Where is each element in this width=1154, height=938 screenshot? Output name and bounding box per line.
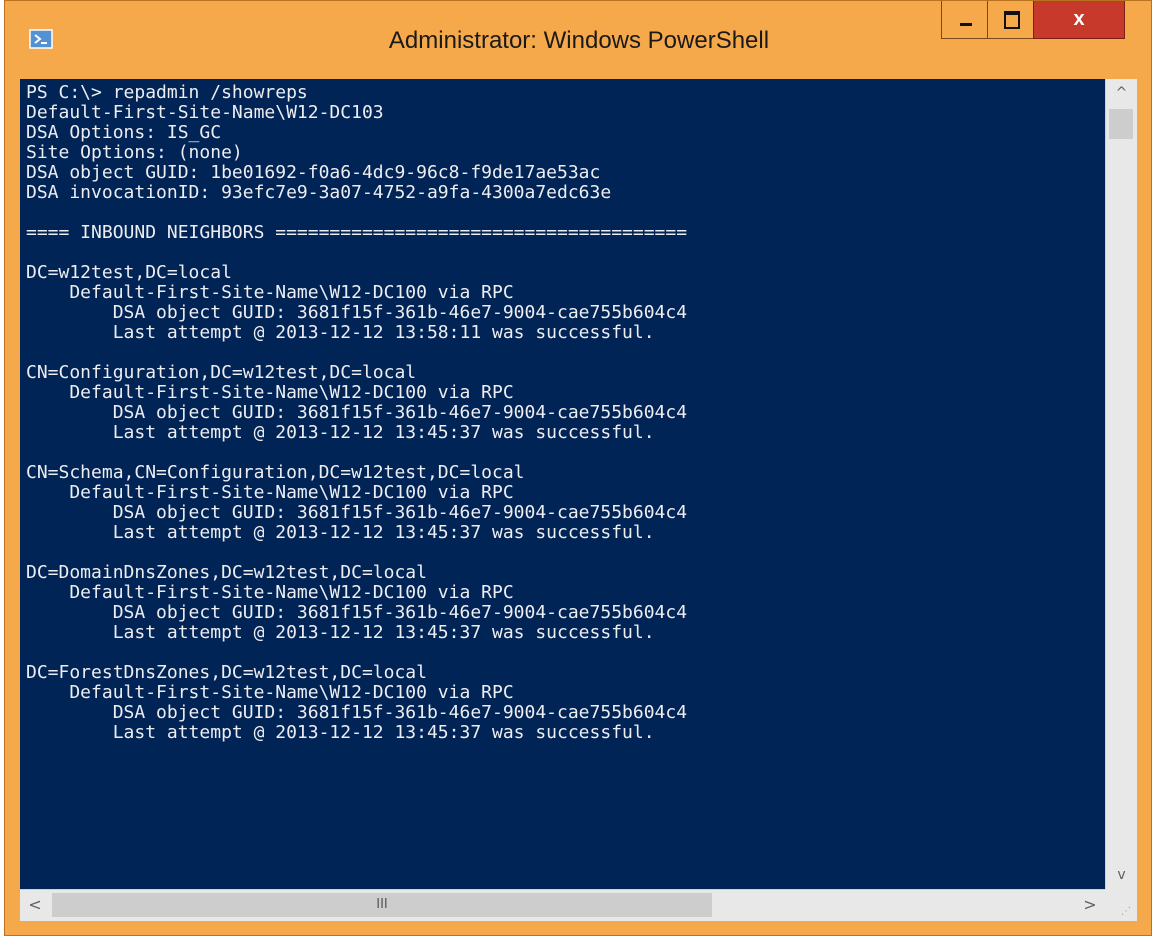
- console-line: DC=DomainDnsZones,DC=w12test,DC=local: [26, 562, 427, 583]
- scroll-up-icon[interactable]: ^: [1106, 79, 1137, 107]
- console-line: Default-First-Site-Name\W12-DC100 via RP…: [26, 682, 514, 703]
- console-line: DSA Options: IS_GC: [26, 122, 222, 143]
- scroll-grip-icon: III: [376, 897, 388, 912]
- console-line: Default-First-Site-Name\W12-DC103: [26, 102, 384, 123]
- minimize-icon: [960, 23, 972, 26]
- console-text: PS C:\> repadmin /showreps Default-First…: [20, 79, 1105, 743]
- console-line: Site Options: (none): [26, 142, 243, 163]
- maximize-button[interactable]: [987, 1, 1034, 39]
- maximize-icon: [1004, 11, 1020, 29]
- console-line: Last attempt @ 2013-12-12 13:45:37 was s…: [26, 422, 655, 443]
- vertical-scroll-thumb[interactable]: [1109, 109, 1133, 139]
- resize-grip[interactable]: ⋰: [1105, 889, 1137, 921]
- console-line: DSA invocationID: 93efc7e9-3a07-4752-a9f…: [26, 182, 612, 203]
- powershell-window: Administrator: Windows PowerShell x PS C…: [4, 0, 1152, 936]
- console-line: Last attempt @ 2013-12-12 13:45:37 was s…: [26, 522, 655, 543]
- close-icon: x: [1073, 8, 1085, 30]
- console-line: CN=Schema,CN=Configuration,DC=w12test,DC…: [26, 462, 525, 483]
- console-output[interactable]: PS C:\> repadmin /showreps Default-First…: [20, 79, 1105, 889]
- console-line: DSA object GUID: 1be01692-f0a6-4dc9-96c8…: [26, 162, 601, 183]
- console-line: Last attempt @ 2013-12-12 13:45:37 was s…: [26, 622, 655, 643]
- scroll-right-icon[interactable]: >: [1075, 890, 1105, 921]
- resize-grip-icon: ⋰: [1121, 906, 1131, 917]
- console-line: DC=ForestDnsZones,DC=w12test,DC=local: [26, 662, 427, 683]
- console-line: DC=w12test,DC=local: [26, 262, 232, 283]
- console-line: Last attempt @ 2013-12-12 13:58:11 was s…: [26, 322, 655, 343]
- console-line: DSA object GUID: 3681f15f-361b-46e7-9004…: [26, 602, 688, 623]
- horizontal-scroll-thumb[interactable]: III: [52, 893, 712, 917]
- console-line: CN=Configuration,DC=w12test,DC=local: [26, 362, 417, 383]
- scroll-down-icon[interactable]: v: [1106, 861, 1137, 889]
- close-button[interactable]: x: [1033, 1, 1125, 39]
- console-line: DSA object GUID: 3681f15f-361b-46e7-9004…: [26, 302, 688, 323]
- vertical-scrollbar[interactable]: ^ v: [1105, 79, 1137, 889]
- console-line: Default-First-Site-Name\W12-DC100 via RP…: [26, 382, 514, 403]
- console-line: Default-First-Site-Name\W12-DC100 via RP…: [26, 582, 514, 603]
- minimize-button[interactable]: [941, 1, 988, 39]
- console-line: ==== INBOUND NEIGHBORS =================…: [26, 222, 688, 243]
- console-line: Last attempt @ 2013-12-12 13:45:37 was s…: [26, 722, 655, 743]
- scroll-left-icon[interactable]: <: [20, 890, 50, 921]
- console-line: DSA object GUID: 3681f15f-361b-46e7-9004…: [26, 702, 688, 723]
- horizontal-scrollbar[interactable]: < III >: [20, 889, 1105, 921]
- console-line: Default-First-Site-Name\W12-DC100 via RP…: [26, 482, 514, 503]
- console-line: DSA object GUID: 3681f15f-361b-46e7-9004…: [26, 402, 688, 423]
- console-line: Default-First-Site-Name\W12-DC100 via RP…: [26, 282, 514, 303]
- console-line: DSA object GUID: 3681f15f-361b-46e7-9004…: [26, 502, 688, 523]
- console-line: PS C:\> repadmin /showreps: [26, 82, 308, 103]
